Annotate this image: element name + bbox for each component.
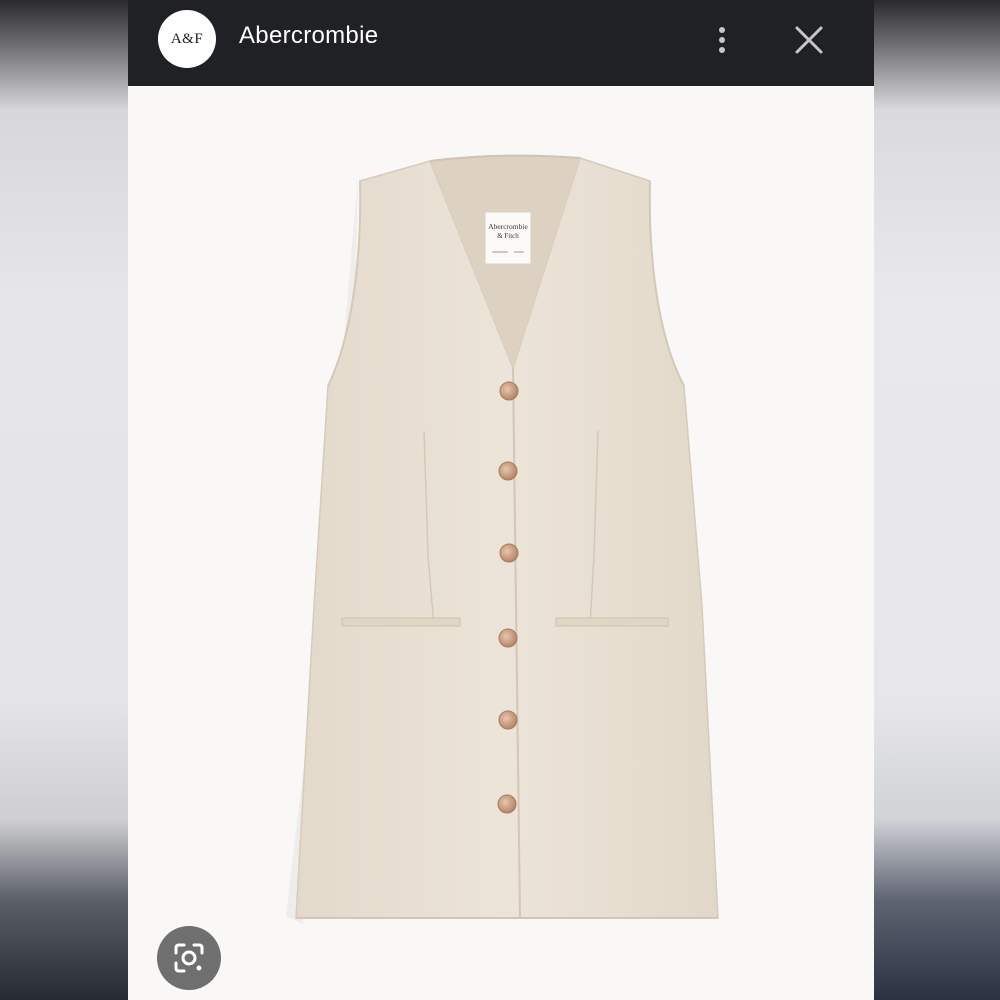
pocket-left <box>341 617 461 627</box>
background-right <box>874 0 1000 1000</box>
brand-logo[interactable]: A&F <box>158 10 216 68</box>
pocket-right <box>555 617 669 627</box>
image-viewer-panel: A&F Abercrombie Abercrombie & Fitch <box>128 0 874 1000</box>
close-icon[interactable] <box>789 20 829 60</box>
google-lens-icon[interactable] <box>157 926 221 990</box>
brand-logo-text: A&F <box>170 30 204 47</box>
source-title[interactable]: Abercrombie <box>239 22 378 50</box>
background-left <box>0 0 128 1000</box>
brand-tag-line2: & Fitch <box>497 232 519 240</box>
screen: A&F Abercrombie Abercrombie & Fitch <box>0 0 1000 1000</box>
more-vert-icon[interactable] <box>708 20 736 60</box>
vest-dress-illustration: Abercrombie & Fitch <box>286 154 719 924</box>
brand-tag-line1: Abercrombie <box>488 222 528 231</box>
viewer-header: A&F Abercrombie <box>128 0 874 86</box>
product-image[interactable]: Abercrombie & Fitch <box>128 86 874 1000</box>
